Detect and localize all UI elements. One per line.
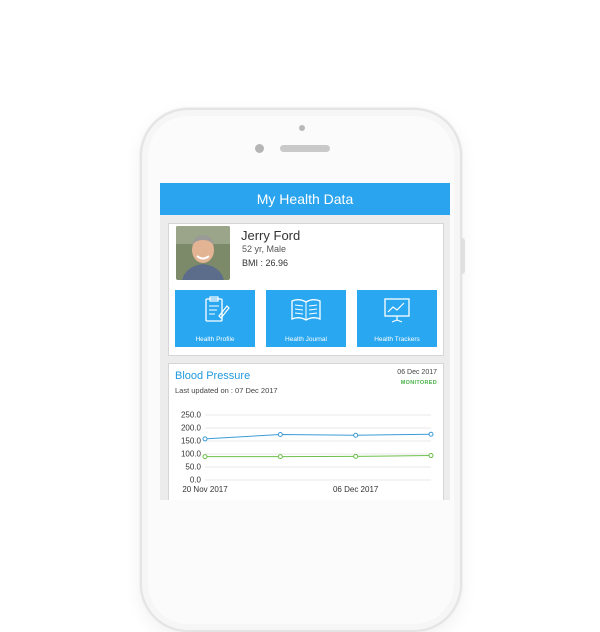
app-screen: My Health Data Jerry Ford 52 yr, Male BM… [160, 183, 450, 500]
clipboard-pen-icon [205, 296, 230, 322]
data-point[interactable] [277, 454, 283, 460]
data-point[interactable] [277, 432, 283, 437]
blood-pressure-card[interactable]: Blood Pressure Last updated on : 07 Dec … [168, 363, 444, 500]
phone-speaker [280, 145, 330, 152]
health-trackers-label: Health Trackers [374, 336, 420, 343]
data-point[interactable] [353, 432, 359, 438]
y-tick-label: 250.0 [181, 411, 202, 420]
y-tick-label: 150.0 [181, 437, 202, 446]
status-badge: MONITORED [400, 380, 437, 386]
x-tick-label: 20 Nov 2017 [182, 485, 228, 494]
profile-name: Jerry Ford [241, 228, 301, 243]
presentation-chart-icon [384, 298, 410, 323]
phone-sensor [299, 125, 305, 131]
data-point[interactable] [428, 431, 434, 437]
health-profile-label: Health Profile [195, 336, 235, 343]
profile-bmi: BMI : 26.96 [242, 258, 289, 268]
reading-date: 06 Dec 2017 [397, 369, 437, 376]
last-updated-text: Last updated on : 07 Dec 2017 [175, 386, 278, 395]
y-tick-label: 0.0 [190, 476, 202, 485]
profile-age-gender: 52 yr, Male [242, 244, 287, 254]
profile-card: Jerry Ford 52 yr, Male BMI : 26.96 Healt… [168, 223, 444, 356]
blood-pressure-title: Blood Pressure [175, 370, 251, 382]
data-point[interactable] [202, 454, 208, 460]
health-journal-button[interactable]: Health Journal [266, 290, 346, 347]
phone-side-button [461, 238, 465, 274]
phone-front-camera [255, 144, 264, 153]
page-title: My Health Data [256, 191, 354, 207]
blood-pressure-chart: 250.0 200.0 150.0 100.0 50.0 0.020 Nov 2017 06… [181, 411, 434, 494]
series-line-0 [204, 433, 432, 440]
x-tick-label: 06 Dec 2017 [333, 485, 379, 494]
app-header: My Health Data [160, 183, 450, 215]
health-journal-label: Health Journal [285, 336, 327, 343]
data-point[interactable] [202, 436, 208, 442]
series-line-1 [205, 455, 432, 458]
y-tick-label: 100.0 [181, 450, 202, 459]
y-tick-label: 50.0 [185, 463, 201, 472]
data-point[interactable] [353, 453, 359, 459]
data-point[interactable] [428, 453, 434, 459]
health-trackers-button[interactable]: Health Trackers [357, 290, 437, 347]
avatar[interactable] [176, 226, 230, 280]
y-tick-label: 200.0 [181, 424, 202, 433]
open-book-icon [291, 299, 321, 321]
health-profile-button[interactable]: Health Profile [175, 290, 255, 347]
